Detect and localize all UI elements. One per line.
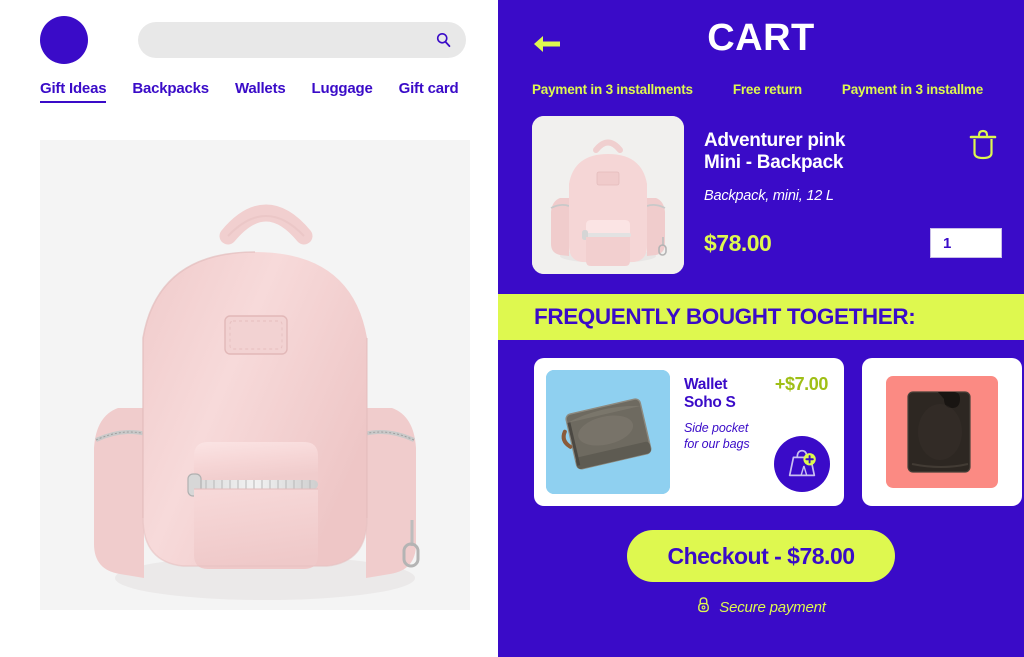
fbt-product-price: +$7.00	[774, 374, 829, 394]
nav-item-gift-card[interactable]: Gift card	[399, 80, 459, 103]
add-to-bag-icon[interactable]	[774, 436, 830, 492]
frequently-bought-banner-text: FREQUENTLY BOUGHT TOGETHER:	[534, 304, 916, 329]
trash-icon[interactable]	[968, 128, 998, 160]
brand-logo[interactable]	[40, 16, 88, 64]
cart-header: CART	[498, 0, 1024, 76]
cart-panel: CART Payment in 3 installments Free retu…	[498, 0, 1024, 657]
promo-item-1: Payment in 3 installments	[532, 81, 693, 97]
secure-payment-text: Secure payment	[719, 598, 826, 616]
promo-item-2: Free return	[732, 81, 802, 97]
hero-product-image[interactable]	[40, 140, 470, 610]
promo-item-3: Payment in 3 installme	[841, 81, 984, 97]
search-bar[interactable]	[138, 22, 466, 58]
checkout-section: Checkout - $78.00 Secure payment	[498, 530, 1024, 618]
cart-item-info: Adventurer pink Mini - Backpack Backpack…	[684, 116, 846, 292]
fbt-card-text: Wallet Soho S Side pocket for our bags +…	[670, 370, 832, 494]
search-icon[interactable]	[435, 32, 452, 49]
cart-item-title-line2: Mini - Backpack	[704, 152, 844, 174]
fbt-card-black-wallet[interactable]	[862, 358, 1022, 506]
fbt-product-name-line2: Soho S	[684, 393, 736, 411]
quantity-input[interactable]	[931, 229, 1001, 257]
fbt-product-image	[546, 370, 670, 494]
page-title: CART	[707, 16, 815, 59]
cart-item-subtitle: Backpack, mini, 12 L	[704, 187, 834, 204]
nav-item-gift-ideas[interactable]: Gift Ideas	[40, 80, 107, 103]
lock-icon	[696, 596, 711, 618]
fbt-card-wallet-soho-s[interactable]: Wallet Soho S Side pocket for our bags +…	[534, 358, 844, 506]
secure-payment-note: Secure payment	[696, 596, 826, 618]
quantity-field[interactable]	[930, 228, 1002, 258]
store-topbar	[0, 0, 498, 64]
fbt-product-desc-line2: for our bags	[684, 436, 750, 451]
store-panel: Gift Ideas Backpacks Wallets Luggage Gif…	[0, 0, 498, 657]
back-arrow-icon[interactable]	[532, 33, 562, 55]
checkout-button[interactable]: Checkout - $78.00	[627, 530, 895, 582]
frequently-bought-list: Wallet Soho S Side pocket for our bags +…	[498, 340, 1024, 508]
cart-app-screen: Gift Ideas Backpacks Wallets Luggage Gif…	[0, 0, 1024, 657]
cart-item-title-line1: Adventurer pink	[704, 130, 846, 151]
cart-item-title: Adventurer pink Mini - Backpack	[704, 130, 846, 175]
fbt-product-desc-line1: Side pocket	[684, 421, 749, 436]
promo-marquee: Payment in 3 installments Free return Pa…	[498, 76, 1024, 102]
frequently-bought-banner: FREQUENTLY BOUGHT TOGETHER:	[498, 294, 1024, 340]
nav-item-luggage[interactable]: Luggage	[312, 80, 373, 103]
nav-item-backpacks[interactable]: Backpacks	[132, 80, 209, 103]
fbt-product-name-line1: Wallet	[684, 376, 728, 393]
nav-item-wallets[interactable]: Wallets	[235, 80, 286, 103]
search-input[interactable]	[138, 22, 466, 58]
cart-item-price: $78.00	[704, 229, 772, 256]
fbt-product-image	[880, 370, 1004, 494]
store-nav: Gift Ideas Backpacks Wallets Luggage Gif…	[0, 62, 498, 103]
cart-line-item: Adventurer pink Mini - Backpack Backpack…	[498, 102, 1024, 292]
cart-item-thumbnail[interactable]	[532, 116, 684, 274]
